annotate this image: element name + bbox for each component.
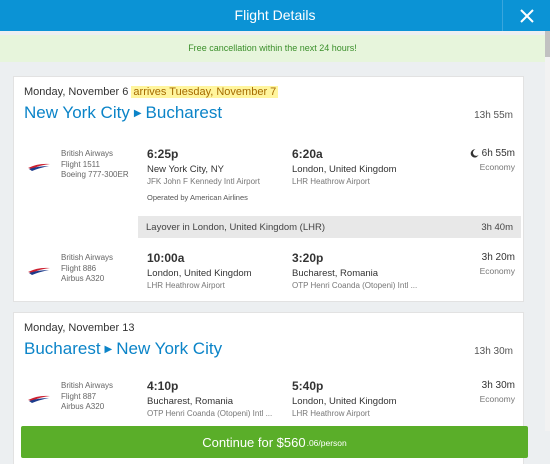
segment-duration-text: 6h 55m [481,148,515,159]
airline-info: British Airways Flight 1511 Boeing 777-3… [61,149,129,181]
free-cancellation-banner: Free cancellation within the next 24 hou… [0,35,545,62]
close-icon [519,8,534,23]
layover-text: Layover in London, United Kingdom (LHR) [146,222,326,233]
arrival-city: London, United Kingdom [292,164,397,175]
departure-info: 6:25p New York City, NY JFK John F Kenne… [147,147,260,202]
trip-date-text: Monday, November 6 [24,86,129,98]
close-button[interactable] [502,0,550,31]
departure-airport: OTP Henri Coanda (Otopeni) Intl ... [147,409,273,418]
flight-number: Flight 887 [61,391,97,401]
departure-airport: LHR Heathrow Airport [147,281,225,290]
trip-date: Monday, November 13 [24,322,134,334]
arrival-city: Bucharest, Romania [292,268,379,279]
cabin-class: Economy [479,266,515,276]
airline-info: British Airways Flight 886 Airbus A320 [61,253,113,285]
arrival-info: 5:40p London, United Kingdom LHR Heathro… [292,379,397,418]
segment-duration-info: 6h 55m Economy [470,148,515,172]
route-origin: New York City [24,103,130,122]
segment-duration-info: 3h 30m Economy [480,380,515,404]
route-destination: Bucharest [145,103,223,122]
trip-duration: 13h 30m [474,346,513,357]
layover-bar: Layover in London, United Kingdom (LHR) … [138,216,521,238]
route-destination: New York City [116,339,223,358]
price-per-person: .06/person [306,438,347,448]
operated-by: Operated by American Airlines [147,193,248,202]
british-airways-logo-icon [28,267,50,275]
arrival-time: 6:20a [292,147,323,161]
arrival-airport: OTP Henri Coanda (Otopeni) Intl ... [292,281,418,290]
segment-duration: 6h 55m [470,148,515,159]
trip-route: Bucharest ▶ New York City [24,339,222,359]
british-airways-logo-icon [28,163,50,171]
airline-name: British Airways [61,381,114,390]
trip-date: Monday, November 6 arrives Tuesday, Nove… [24,86,279,98]
arrival-airport: LHR Heathrow Airport [292,409,370,418]
departure-airport: JFK John F Kennedy Intl Airport [147,177,260,186]
scrollbar-track[interactable] [545,31,550,431]
airline-info: British Airways Flight 887 Airbus A320 [61,381,113,413]
page-title: Flight Details [234,7,316,23]
trip-date-text: Monday, November 13 [24,322,135,334]
header-bar: Flight Details [0,0,550,31]
arrival-city: London, United Kingdom [292,396,397,407]
layover-duration: 3h 40m [481,222,513,233]
segment-duration: 3h 30m [481,380,515,391]
flight-segment: British Airways Flight 886 Airbus A320 1… [14,251,525,311]
arrival-time: 5:40p [292,379,324,393]
british-airways-logo-icon [28,395,50,403]
departure-time: 10:00a [147,251,185,265]
arrow-right-icon: ▶ [133,107,142,119]
arrow-right-icon: ▶ [104,343,113,355]
arrival-info: 3:20p Bucharest, Romania OTP Henri Coand… [292,251,417,290]
arrival-info: 6:20a London, United Kingdom LHR Heathro… [292,147,397,186]
arrival-time: 3:20p [292,251,324,265]
aircraft-type: Boeing 777-300ER [61,170,129,179]
trip-route: New York City ▶ Bucharest [24,103,222,123]
flight-number: Flight 886 [61,263,97,273]
continue-label: Continue for $560 [202,434,306,450]
departure-time: 6:25p [147,147,179,161]
cabin-class: Economy [479,162,515,172]
departure-info: 10:00a London, United Kingdom LHR Heathr… [147,251,252,290]
flight-number: Flight 1511 [61,159,100,169]
aircraft-type: Airbus A320 [61,402,105,411]
trip-duration: 13h 55m [474,110,513,121]
airline-name: British Airways [61,149,114,158]
moon-icon [470,149,479,158]
aircraft-type: Airbus A320 [61,274,105,283]
route-origin: Bucharest [24,339,101,358]
cabin-class: Economy [479,394,515,404]
departure-city: New York City, NY [147,164,224,175]
flight-segment: British Airways Flight 1511 Boeing 777-3… [14,147,525,207]
outbound-trip-card: Monday, November 6 arrives Tuesday, Nove… [13,76,524,302]
airline-name: British Airways [61,253,114,262]
arrives-note: arrives Tuesday, November 7 [131,86,279,98]
departure-city: London, United Kingdom [147,268,252,279]
departure-info: 4:10p Bucharest, Romania OTP Henri Coand… [147,379,272,418]
departure-city: Bucharest, Romania [147,396,234,407]
segment-duration: 3h 20m [481,252,515,263]
continue-button[interactable]: Continue for $560.06/person [21,426,528,458]
scrollbar-thumb[interactable] [545,31,550,57]
departure-time: 4:10p [147,379,179,393]
arrival-airport: LHR Heathrow Airport [292,177,370,186]
segment-duration-info: 3h 20m Economy [480,252,515,276]
